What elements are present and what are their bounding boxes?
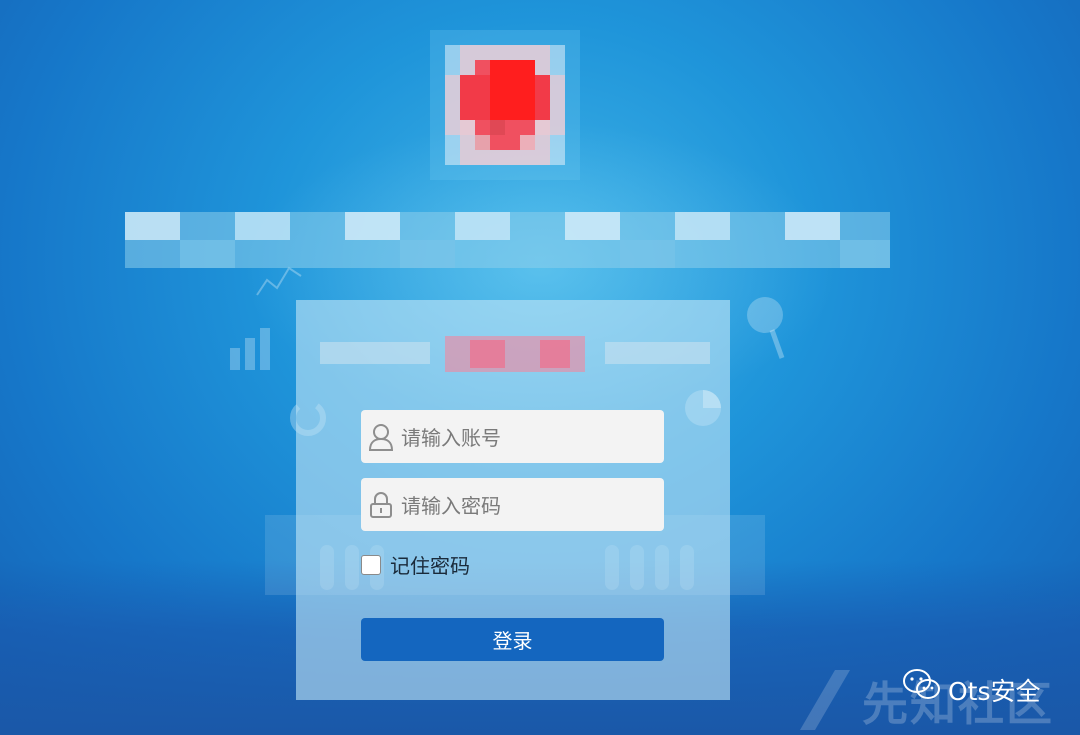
logo-mosaic — [430, 30, 580, 180]
remember-password[interactable]: 记住密码 — [361, 550, 470, 579]
user-icon — [361, 410, 401, 463]
remember-checkbox[interactable] — [361, 554, 381, 575]
watermark-brand: Ots安全 — [948, 677, 1041, 706]
username-field[interactable]: 请输入账号 — [361, 410, 664, 463]
login-button[interactable]: 登录 — [361, 618, 664, 661]
bar-chart-icon — [230, 328, 270, 370]
panel-heading-mosaic — [320, 336, 710, 372]
lock-icon — [361, 478, 401, 531]
username-placeholder: 请输入账号 — [401, 426, 501, 450]
remember-label: 记住密码 — [390, 554, 470, 578]
password-field[interactable]: 请输入密码 — [361, 478, 664, 531]
password-placeholder: 请输入密码 — [401, 494, 501, 518]
title-mosaic — [125, 212, 890, 268]
wechat-icon — [903, 669, 940, 699]
magnifier-icon — [747, 297, 785, 359]
